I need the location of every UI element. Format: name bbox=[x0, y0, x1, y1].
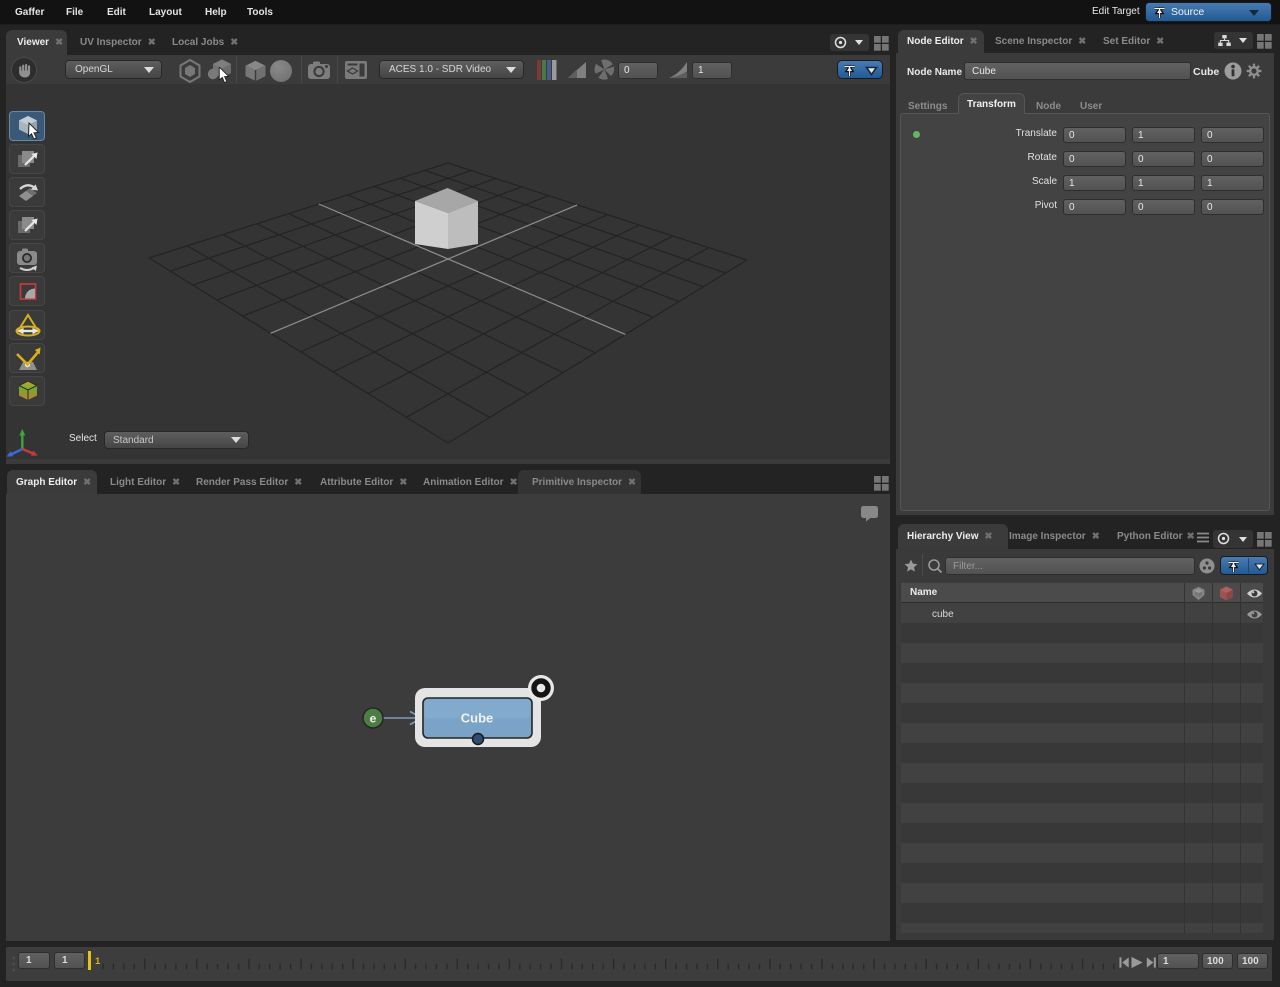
svg-text:Cube: Cube bbox=[461, 711, 494, 726]
svg-text:e: e bbox=[370, 712, 377, 726]
